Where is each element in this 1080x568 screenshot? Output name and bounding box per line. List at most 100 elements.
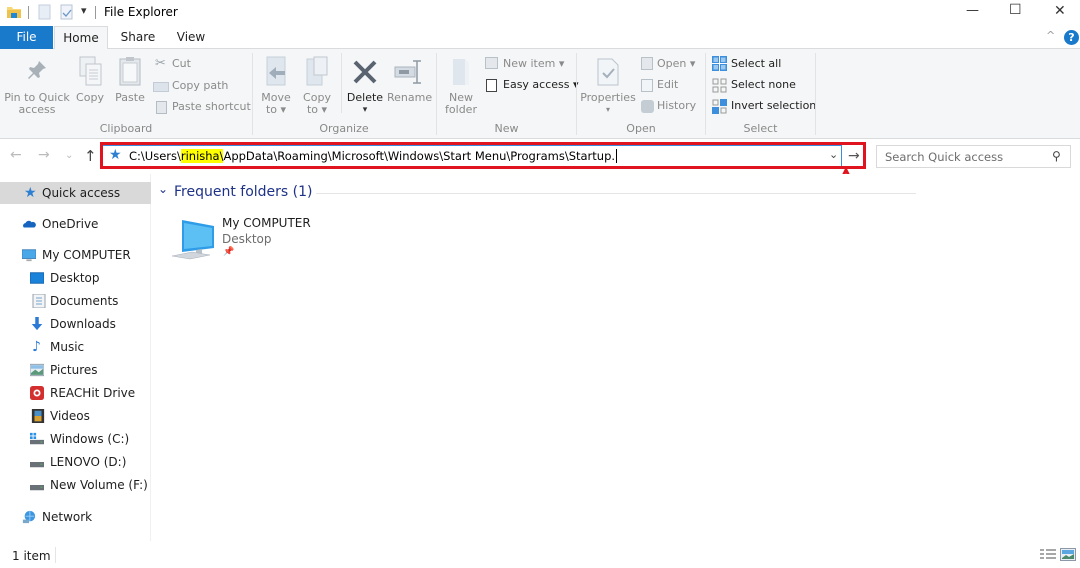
separator: [28, 6, 29, 19]
folder-tile[interactable]: My COMPUTER Desktop 📌: [170, 214, 370, 264]
invert-selection-button[interactable]: Invert selection: [731, 99, 816, 113]
recent-locations-icon[interactable]: ⌄: [65, 150, 73, 161]
collapse-chevron-icon[interactable]: ⌄: [158, 182, 168, 196]
easy-access-button[interactable]: Easy access ▾: [503, 78, 579, 92]
music-icon: ♪: [32, 339, 41, 355]
minimize-button[interactable]: —: [966, 3, 979, 18]
maximize-button[interactable]: ☐: [1009, 2, 1022, 18]
sidebar-item-new-volume-f[interactable]: New Volume (F:): [0, 474, 151, 496]
minimize-ribbon-icon[interactable]: ^: [1046, 29, 1055, 42]
search-input[interactable]: Search Quick access: [885, 150, 1003, 164]
new-folder-button[interactable]: New folder: [442, 55, 480, 117]
history-icon: [641, 100, 654, 113]
open-button[interactable]: Open ▾: [657, 57, 695, 71]
paste-shortcut-button[interactable]: Paste shortcut: [172, 100, 251, 114]
forward-button[interactable]: →: [38, 147, 50, 163]
sidebar-item-windows-c[interactable]: Windows (C:): [0, 428, 151, 450]
customize-quick-access-icon[interactable]: ▾: [81, 4, 87, 17]
sidebar-item-downloads[interactable]: Downloads: [0, 313, 151, 335]
properties-quick-icon[interactable]: [38, 4, 52, 20]
sidebar-item-documents[interactable]: Documents: [0, 290, 151, 312]
copy-path-button[interactable]: Copy path: [172, 79, 228, 93]
folder-icon: [7, 7, 21, 18]
sidebar-item-label: Videos: [50, 409, 90, 423]
move-to-label-2: to ▾: [265, 103, 287, 116]
copy-icon: [79, 56, 102, 86]
select-none-button[interactable]: Select none: [731, 78, 796, 92]
paste-icon: [119, 57, 141, 86]
tab-home[interactable]: Home: [54, 26, 108, 50]
sidebar-item-label: OneDrive: [42, 217, 99, 231]
computer-icon: [22, 249, 36, 262]
new-item-button[interactable]: New item ▾: [503, 57, 564, 71]
up-button[interactable]: ↑: [84, 147, 97, 165]
help-icon[interactable]: ?: [1064, 30, 1079, 45]
sidebar-item-my-computer[interactable]: My COMPUTER: [0, 244, 151, 266]
copy-to-button[interactable]: Copy to ▾: [300, 55, 334, 117]
sidebar-item-label: Quick access: [42, 186, 121, 200]
large-icons-view-icon[interactable]: [1060, 548, 1076, 561]
pin-icon: [28, 61, 46, 79]
sidebar-item-network[interactable]: Network: [0, 506, 151, 528]
search-box[interactable]: Search Quick access ⚲: [876, 145, 1071, 168]
title-bar: ▾ File Explorer — ☐ ✕: [0, 0, 1080, 26]
new-folder-quick-icon[interactable]: [60, 4, 74, 20]
easy-access-icon: [486, 79, 497, 92]
details-view-icon[interactable]: [1040, 549, 1056, 561]
search-icon[interactable]: ⚲: [1052, 149, 1061, 163]
pin-to-quick-access-button[interactable]: Pin to Quick access: [3, 55, 71, 117]
properties-dropdown-icon[interactable]: ▾: [580, 104, 636, 116]
close-button[interactable]: ✕: [1054, 3, 1066, 19]
sidebar-item-videos[interactable]: Videos: [0, 405, 151, 427]
drive-icon: [30, 462, 44, 468]
status-bar: 1 item: [0, 541, 1080, 568]
edit-icon: [641, 79, 653, 92]
copy-to-icon: [306, 56, 328, 86]
select-all-button[interactable]: Select all: [731, 57, 781, 71]
paste-button[interactable]: Paste: [113, 55, 147, 117]
folder-location: Desktop: [222, 232, 272, 246]
new-folder-icon: [453, 59, 469, 85]
tab-file[interactable]: File: [0, 26, 53, 49]
sidebar-item-label: Documents: [50, 294, 119, 308]
tab-share[interactable]: Share: [112, 26, 164, 49]
rename-button[interactable]: Rename: [387, 55, 433, 117]
back-button[interactable]: ←: [10, 147, 22, 163]
sidebar-item-music[interactable]: ♪ Music: [0, 336, 151, 358]
sidebar-item-pictures[interactable]: Pictures: [0, 359, 151, 381]
ribbon-tabs: File Home Share View ^ ?: [0, 26, 1080, 50]
separator: [95, 6, 96, 19]
drive-icon: [30, 485, 44, 491]
move-to-button[interactable]: Move to ▾: [259, 55, 293, 117]
cut-button[interactable]: Cut: [172, 57, 191, 71]
documents-icon: [32, 294, 46, 308]
copy-to-label-2: to ▾: [306, 103, 328, 116]
new-item-icon: [485, 57, 498, 69]
properties-icon: [597, 58, 619, 86]
delete-icon: [353, 60, 377, 84]
edit-button[interactable]: Edit: [657, 78, 678, 92]
delete-dropdown-icon[interactable]: ▾: [346, 104, 384, 116]
select-all-icon: [712, 56, 727, 71]
properties-button[interactable]: Properties ▾: [580, 55, 636, 117]
tab-view[interactable]: View: [168, 26, 214, 49]
pinned-icon: 📌: [223, 247, 235, 257]
copy-button[interactable]: Copy: [74, 55, 106, 117]
rename-label: Rename: [387, 91, 433, 104]
delete-label: Delete: [346, 91, 384, 104]
sidebar-item-quick-access[interactable]: ★ Quick access: [0, 182, 151, 204]
sidebar-item-onedrive[interactable]: OneDrive: [0, 213, 151, 235]
copy-label: Copy: [76, 91, 104, 104]
separator: [815, 53, 816, 135]
delete-button[interactable]: Delete ▾: [346, 55, 384, 121]
computer-large-icon: [171, 220, 214, 260]
sidebar-item-label: Downloads: [50, 317, 116, 331]
sidebar-item-desktop[interactable]: Desktop: [0, 267, 151, 289]
new-group-title: New: [494, 122, 519, 135]
history-button[interactable]: History: [657, 99, 696, 113]
sidebar-item-label: Pictures: [50, 363, 98, 377]
content-pane: ⌄ Frequent folders (1) My COMPUTER Deskt…: [152, 174, 1080, 541]
frequent-folders-header[interactable]: ⌄ Frequent folders (1): [158, 182, 918, 202]
sidebar-item-lenovo-d[interactable]: LENOVO (D:): [0, 451, 151, 473]
sidebar-item-reachit-drive[interactable]: REACHit Drive: [0, 382, 151, 404]
